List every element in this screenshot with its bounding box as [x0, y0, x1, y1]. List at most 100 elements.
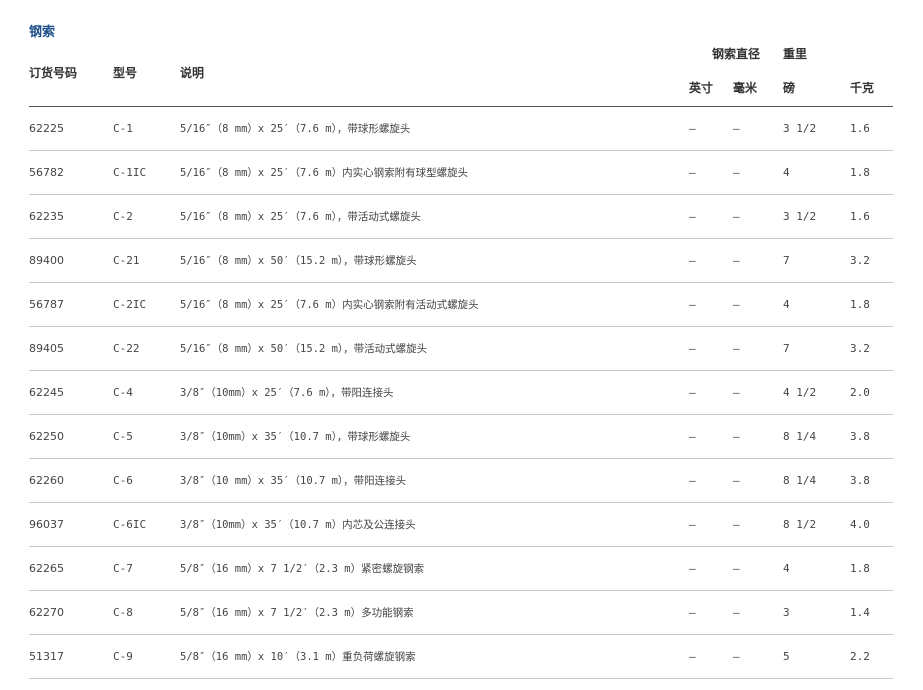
- diameter-mm-cell: —: [733, 150, 784, 195]
- model-cell: C-5: [113, 414, 180, 459]
- description-cell: 3/8″（10 mm）x 35′（10.7 m），带阳连接头: [180, 458, 689, 503]
- diameter-mm-cell: —: [733, 634, 784, 679]
- order-number-cell: 62245: [29, 370, 113, 415]
- order-number-cell: 51317: [29, 634, 113, 679]
- weight-lb-cell: 8 1/2: [783, 502, 851, 547]
- order-number-cell: 96037: [29, 502, 113, 547]
- order-number-cell: 62270: [29, 590, 113, 635]
- weight-lb-cell: 4: [783, 282, 851, 327]
- header-mm: 毫米: [733, 69, 784, 107]
- description-cell: 5/8″（16 mm）x 10′（3.1 m）重负荷螺旋钢索: [180, 634, 689, 679]
- header-order-no: 订货号码: [29, 38, 113, 107]
- table-row: 56787 C-2IC 5/16″（8 mm）x 25′（7.6 m）内实心钢索附有…: [29, 282, 894, 327]
- model-cell: C-2IC: [113, 282, 180, 327]
- header-diameter-group: 钢索直径: [712, 47, 761, 61]
- table-row: 62260 C-6 3/8″（10 mm）x 35′（10.7 m），带阳连接头 — —…: [29, 458, 894, 503]
- weight-lb-cell: 7: [783, 326, 851, 371]
- description-cell: 5/8″（16 mm）x 7 1/2′（2.3 m）多功能钢索: [180, 590, 689, 635]
- order-number-cell: 56782: [29, 150, 113, 195]
- diameter-inch-cell: —: [689, 414, 733, 459]
- table-row: 62235 C-2 5/16″（8 mm）x 25′（7.6 m），带活动式螺旋头 —…: [29, 194, 894, 239]
- diameter-inch-cell: —: [689, 106, 733, 151]
- order-number-cell: 62260: [29, 458, 113, 503]
- weight-kg-cell: 3.2: [850, 326, 894, 371]
- model-cell: C-1IC: [113, 150, 180, 195]
- description-cell: 5/16″（8 mm）x 25′（7.6 m）内实心钢索附有活动式螺旋头: [180, 282, 689, 327]
- model-cell: C-4: [113, 370, 180, 415]
- order-number-cell: 62235: [29, 194, 113, 239]
- description-cell: 3/8″（10mm）x 35′（10.7 m），带球形螺旋头: [180, 414, 689, 459]
- model-cell: C-6: [113, 458, 180, 503]
- model-cell: C-1: [113, 106, 180, 151]
- header-description: 说明: [180, 38, 689, 107]
- diameter-inch-cell: —: [689, 282, 733, 327]
- weight-lb-cell: 3 1/2: [783, 106, 851, 151]
- description-cell: 5/16″（8 mm）x 50′（15.2 m），带球形螺旋头: [180, 238, 689, 283]
- table-row: 62245 C-4 3/8″（10mm）x 25′（7.6 m），带阳连接头 — —4 …: [29, 370, 894, 415]
- diameter-mm-cell: —: [733, 106, 784, 151]
- order-number-cell: 89400: [29, 238, 113, 283]
- model-cell: C-2: [113, 194, 180, 239]
- weight-lb-cell: 3: [783, 590, 851, 635]
- diameter-mm-cell: —: [733, 370, 784, 415]
- header-kg: 千克: [850, 69, 894, 107]
- model-cell: C-21: [113, 238, 180, 283]
- order-number-cell: 89405: [29, 326, 113, 371]
- weight-kg-cell: 2.2: [850, 634, 894, 679]
- weight-kg-cell: 1.6: [850, 106, 894, 151]
- header-weight-group: 重里: [783, 47, 808, 61]
- weight-kg-cell: 1.4: [850, 590, 894, 635]
- diameter-mm-cell: —: [733, 282, 784, 327]
- description-cell: 3/8″（10mm）x 35′（10.7 m）内芯及公连接头: [180, 502, 689, 547]
- table-row: 56782 C-1IC 5/16″（8 mm）x 25′（7.6 m）内实心钢索附有…: [29, 150, 894, 195]
- header-model: 型号: [113, 38, 180, 107]
- order-number-cell: 62225: [29, 106, 113, 151]
- weight-kg-cell: 1.6: [850, 194, 894, 239]
- diameter-inch-cell: —: [689, 458, 733, 503]
- description-cell: 3/8″（10mm）x 25′（7.6 m），带阳连接头: [180, 370, 689, 415]
- model-cell: C-9: [113, 634, 180, 679]
- diameter-mm-cell: —: [733, 238, 784, 283]
- weight-lb-cell: 8 1/4: [783, 458, 851, 503]
- header-lb: 磅: [783, 69, 851, 107]
- diameter-mm-cell: —: [733, 502, 784, 547]
- cable-spec-table: 订货号码 型号 说明 钢索直径 重里 英寸 毫米 磅 千克 62225 C-1 5/…: [29, 38, 894, 679]
- order-number-cell: 62265: [29, 546, 113, 591]
- description-cell: 5/16″（8 mm）x 25′（7.6 m），带球形螺旋头: [180, 106, 689, 151]
- model-cell: C-22: [113, 326, 180, 371]
- weight-lb-cell: 4 1/2: [783, 370, 851, 415]
- diameter-inch-cell: —: [689, 502, 733, 547]
- weight-kg-cell: 2.0: [850, 370, 894, 415]
- table-row: 62270 C-8 5/8″（16 mm）x 7 1/2′（2.3 m）多功能钢索 —…: [29, 590, 894, 635]
- diameter-inch-cell: —: [689, 194, 733, 239]
- diameter-mm-cell: —: [733, 326, 784, 371]
- weight-lb-cell: 3 1/2: [783, 194, 851, 239]
- weight-lb-cell: 7: [783, 238, 851, 283]
- order-number-cell: 56787: [29, 282, 113, 327]
- table-row: 51317 C-9 5/8″（16 mm）x 10′（3.1 m）重负荷螺旋钢索 — —…: [29, 634, 894, 679]
- diameter-inch-cell: —: [689, 370, 733, 415]
- weight-kg-cell: 3.8: [850, 458, 894, 503]
- diameter-mm-cell: —: [733, 590, 784, 635]
- header-row-groups: 订货号码 型号 说明 钢索直径 重里: [29, 38, 893, 107]
- description-cell: 5/16″（8 mm）x 25′（7.6 m），带活动式螺旋头: [180, 194, 689, 239]
- diameter-mm-cell: —: [733, 458, 784, 503]
- diameter-inch-cell: —: [689, 590, 733, 635]
- weight-lb-cell: 8 1/4: [783, 414, 851, 459]
- weight-kg-cell: 3.2: [850, 238, 894, 283]
- weight-kg-cell: 1.8: [850, 150, 894, 195]
- diameter-mm-cell: —: [733, 414, 784, 459]
- description-cell: 5/16″（8 mm）x 25′（7.6 m）内实心钢索附有球型螺旋头: [180, 150, 689, 195]
- diameter-mm-cell: —: [733, 194, 784, 239]
- weight-lb-cell: 4: [783, 150, 851, 195]
- table-row: 62265 C-7 5/8″（16 mm）x 7 1/2′（2.3 m）紧密螺旋钢索…: [29, 546, 894, 591]
- diameter-inch-cell: —: [689, 546, 733, 591]
- table-row: 62250 C-5 3/8″（10mm）x 35′（10.7 m），带球形螺旋头 — —…: [29, 414, 894, 459]
- description-cell: 5/16″（8 mm）x 50′（15.2 m），带活动式螺旋头: [180, 326, 689, 371]
- model-cell: C-6IC: [113, 502, 180, 547]
- weight-kg-cell: 3.8: [850, 414, 894, 459]
- table-row: 89400 C-21 5/16″（8 mm）x 50′（15.2 m），带球形螺旋头…: [29, 238, 894, 283]
- weight-lb-cell: 4: [783, 546, 851, 591]
- table-row: 96037 C-6IC 3/8″（10mm）x 35′（10.7 m）内芯及公连接头…: [29, 502, 894, 547]
- weight-lb-cell: 5: [783, 634, 851, 679]
